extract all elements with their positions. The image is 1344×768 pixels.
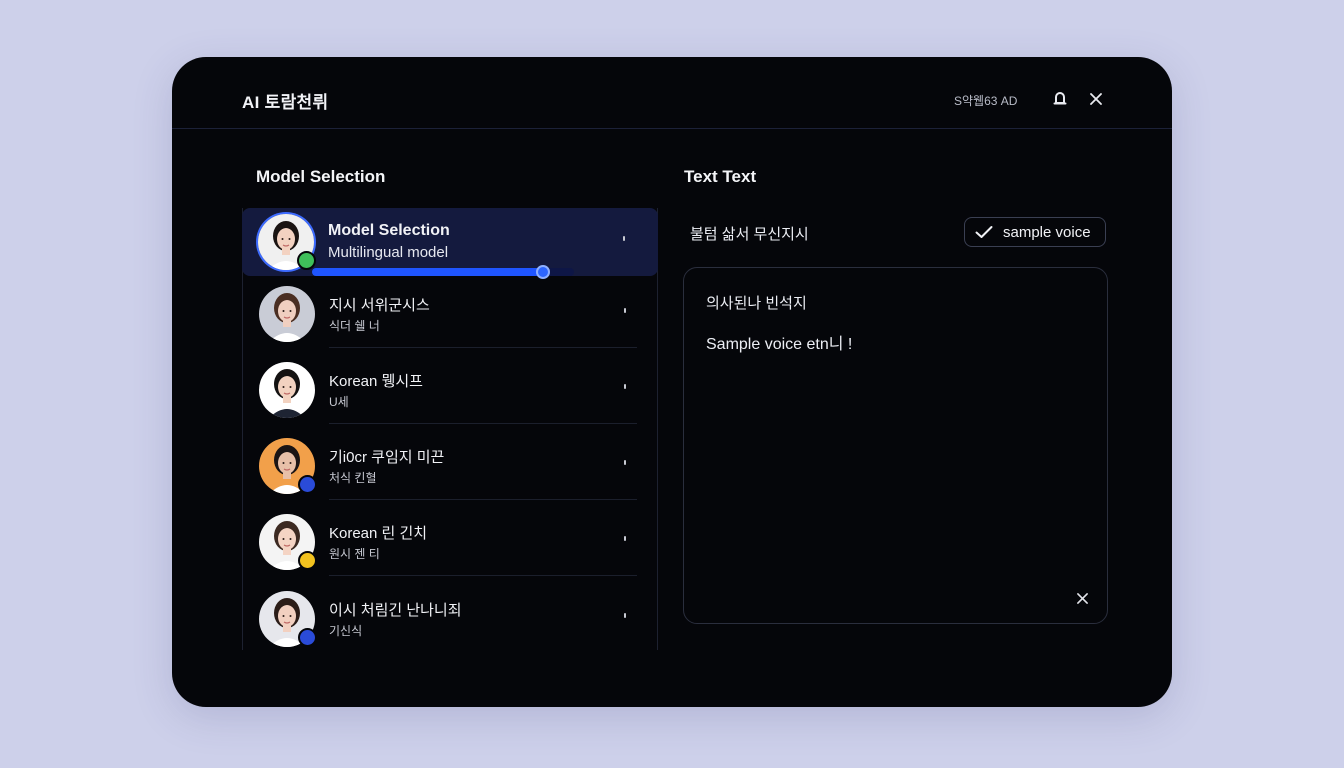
more-icon[interactable] bbox=[623, 236, 625, 241]
progress-slider[interactable] bbox=[312, 265, 574, 279]
model-item[interactable]: Korean 뮁시프 U세 bbox=[243, 356, 657, 424]
title-bar: AI 토람천뤼 S약웹63 AD bbox=[172, 57, 1172, 129]
check-icon bbox=[975, 226, 993, 238]
status-badge bbox=[298, 628, 317, 647]
app-window: AI 토람천뤼 S약웹63 AD Model Selection Text Te… bbox=[172, 57, 1172, 707]
avatar bbox=[259, 591, 317, 647]
divider bbox=[329, 575, 637, 576]
divider bbox=[329, 423, 637, 424]
more-icon[interactable] bbox=[624, 384, 626, 389]
more-icon[interactable] bbox=[624, 536, 626, 541]
text-label: 불텀 삶서 무신지시 bbox=[690, 226, 809, 243]
avatar bbox=[258, 214, 316, 270]
more-icon[interactable] bbox=[624, 308, 626, 313]
status-badge bbox=[298, 551, 317, 570]
progress-handle[interactable] bbox=[535, 265, 550, 279]
model-name: 이시 처림긴 난나니죄 bbox=[329, 602, 462, 619]
avatar bbox=[259, 438, 317, 494]
progress-fill bbox=[312, 268, 543, 276]
sample-voice-label: sample voice bbox=[1003, 223, 1091, 241]
more-icon[interactable] bbox=[624, 460, 626, 465]
close-icon[interactable] bbox=[1086, 89, 1106, 109]
model-item[interactable]: 이시 처림긴 난나니죄기신식 bbox=[243, 585, 657, 653]
model-name: 기i0cr 쿠임지 미끈 bbox=[329, 449, 445, 466]
text-section-title: Text Text bbox=[684, 167, 757, 186]
sample-voice-button[interactable]: sample voice bbox=[964, 217, 1106, 247]
status-badge bbox=[297, 251, 316, 270]
model-subtitle: U세 bbox=[329, 395, 349, 409]
bell-icon[interactable] bbox=[1050, 89, 1070, 109]
model-name: 지시 서위군시스 bbox=[329, 297, 430, 314]
avatar bbox=[259, 514, 317, 570]
close-icon[interactable] bbox=[1074, 590, 1090, 606]
avatar bbox=[259, 286, 315, 342]
model-name: Model Selection bbox=[328, 222, 450, 239]
more-icon[interactable] bbox=[624, 613, 626, 618]
model-item[interactable]: Korean 린 긴치원시 젠 티 bbox=[243, 508, 657, 576]
model-name: Korean 린 긴치 bbox=[329, 525, 428, 542]
model-item[interactable]: 지시 서위군시스식더 쉘 너 bbox=[243, 280, 657, 348]
divider bbox=[329, 347, 637, 348]
panel-text[interactable]: Sample voice etn니 ! bbox=[706, 330, 852, 354]
model-subtitle: 원시 젠 티 bbox=[329, 547, 380, 561]
model-subtitle: 기신식 bbox=[329, 624, 363, 638]
model-item[interactable]: Model Selection Multilingual model bbox=[242, 208, 658, 279]
avatar bbox=[259, 362, 315, 418]
status-badge bbox=[298, 475, 317, 494]
model-subtitle: 처식 킨혈 bbox=[329, 471, 377, 485]
model-subtitle: 식더 쉘 너 bbox=[329, 319, 380, 333]
model-selection-title: Model Selection bbox=[256, 167, 386, 186]
model-list: Model Selection Multilingual model 지시 서위군시… bbox=[242, 208, 658, 650]
status-text: S약웹63 AD bbox=[954, 94, 1018, 108]
model-item[interactable]: 기i0cr 쿠임지 미끈처식 킨혈 bbox=[243, 432, 657, 500]
app-title: AI 토람천뤼 bbox=[242, 93, 329, 112]
text-panel[interactable]: 의사된나 빈석지 Sample voice etn니 ! bbox=[683, 267, 1108, 624]
divider bbox=[329, 499, 637, 500]
panel-heading: 의사된나 빈석지 bbox=[706, 295, 807, 312]
model-subtitle: Multilingual model bbox=[328, 244, 449, 261]
model-name: Korean 뮁시프 bbox=[329, 373, 423, 390]
